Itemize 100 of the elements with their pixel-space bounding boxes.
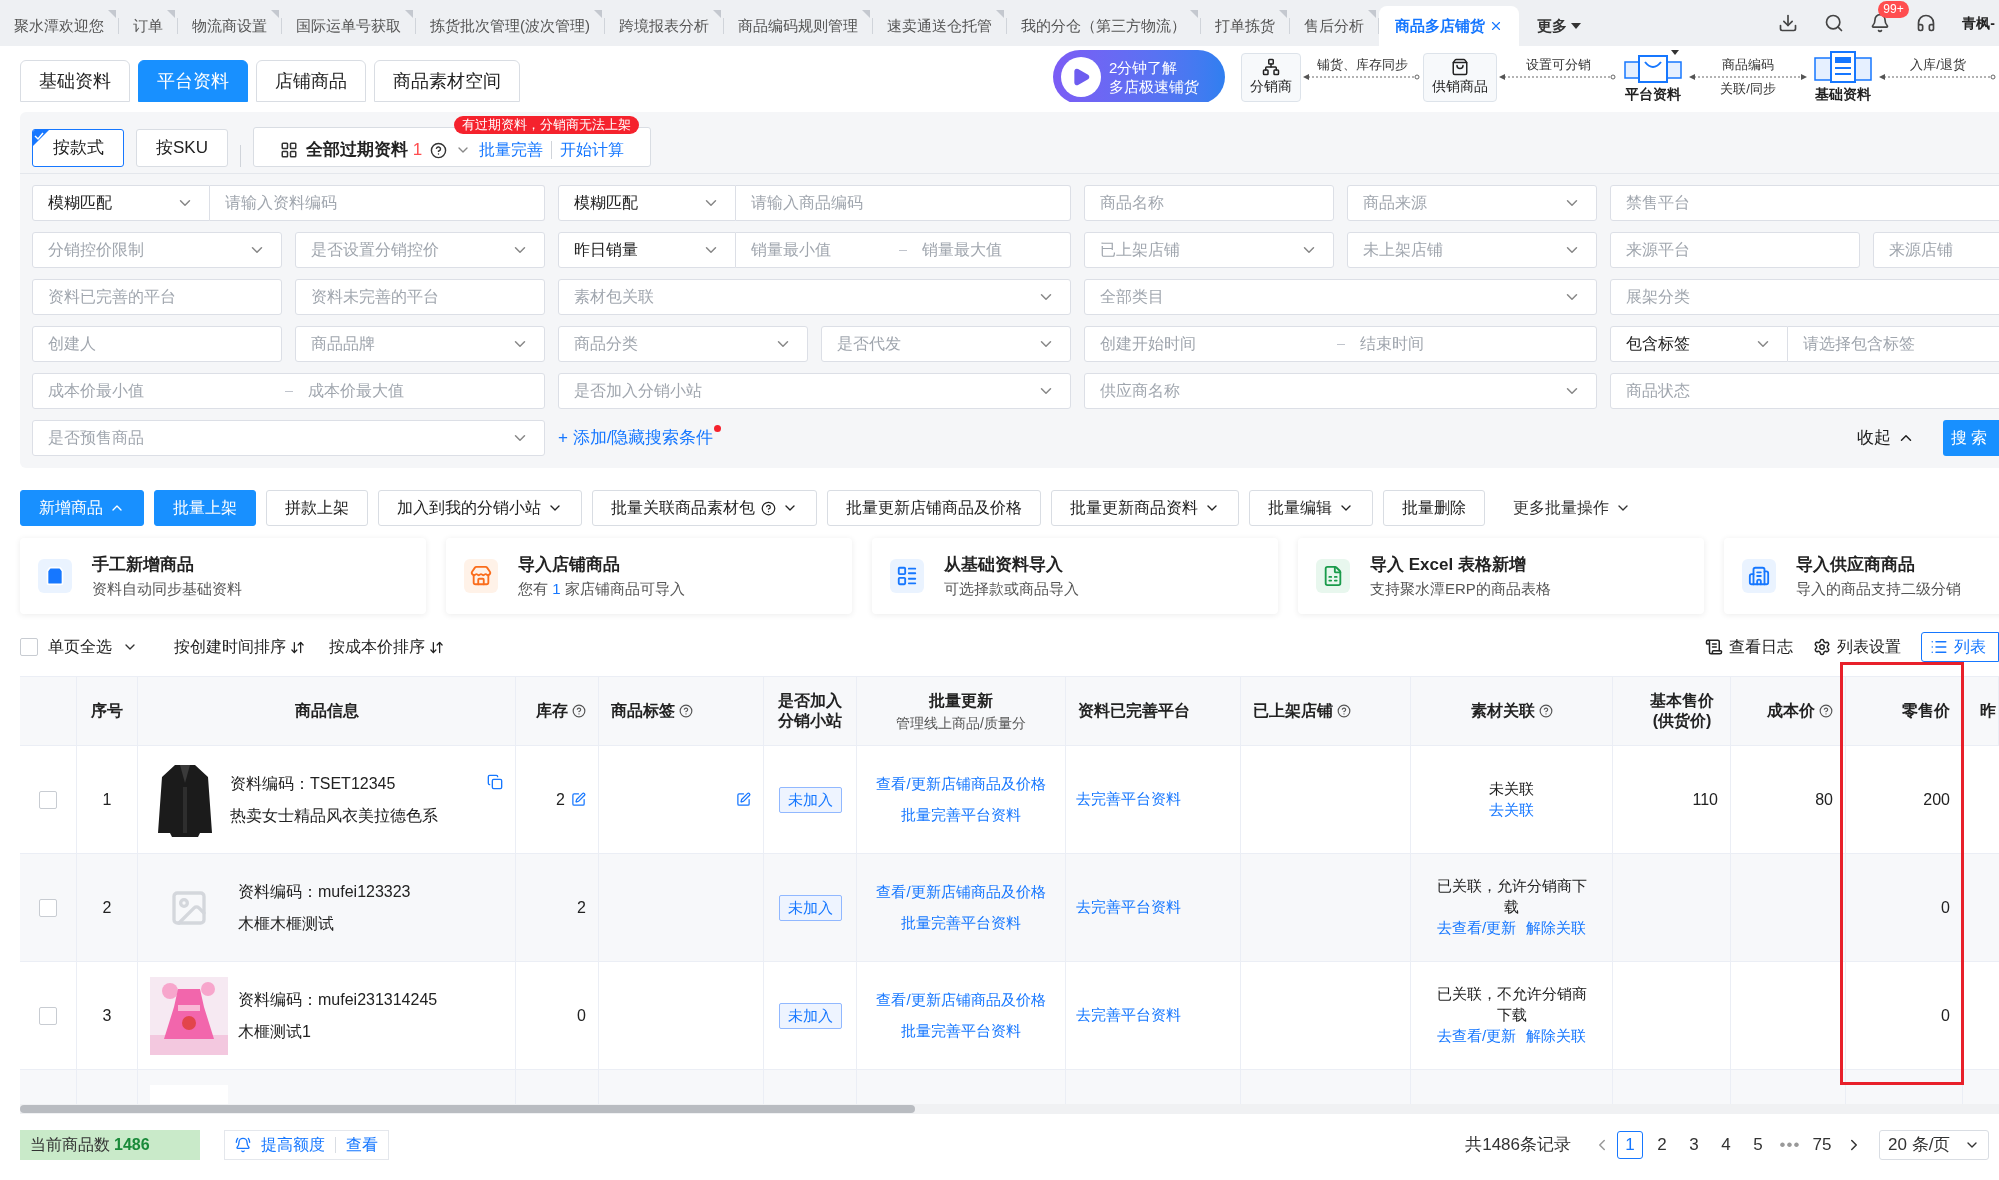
- input-field[interactable]: 资料未完善的平台: [295, 279, 545, 315]
- page-tab[interactable]: 商品素材空间: [374, 60, 520, 102]
- list-tool-button[interactable]: 查看日志: [1705, 632, 1793, 662]
- select-all-label[interactable]: 单页全选: [48, 635, 112, 659]
- input-field[interactable]: 请选择包含标签: [1788, 326, 1999, 362]
- page-button[interactable]: 75: [1809, 1131, 1835, 1159]
- association-link[interactable]: 去查看/更新: [1436, 1025, 1517, 1048]
- top-tab[interactable]: 商品多店铺货: [1379, 6, 1519, 46]
- toolbar-button[interactable]: 批量更新店铺商品及价格: [827, 490, 1041, 526]
- bell-icon[interactable]: [1870, 13, 1891, 33]
- user-name[interactable]: 青枫-: [1962, 12, 1995, 34]
- page-button[interactable]: 4: [1713, 1131, 1739, 1159]
- top-tab[interactable]: 物流商设置: [178, 6, 281, 46]
- toolbar-button[interactable]: 批量关联商品素材包: [592, 490, 817, 526]
- search-icon[interactable]: [1824, 13, 1845, 33]
- collapse-button[interactable]: 收起: [1857, 425, 1915, 451]
- action-link[interactable]: 开始计算: [560, 138, 625, 162]
- association-link[interactable]: 解除关联: [1526, 1025, 1587, 1048]
- update-link[interactable]: 查看/更新店铺商品及价格: [876, 881, 1046, 904]
- update-link[interactable]: 批量完善平台资料: [901, 911, 1021, 934]
- input-field[interactable]: 来源平台: [1610, 232, 1860, 268]
- action-card[interactable]: 导入店铺商品 您有 1 家店铺商品可导入: [446, 538, 852, 614]
- update-link[interactable]: 批量完善平台资料: [901, 803, 1021, 826]
- select-field[interactable]: 昨日销量: [558, 232, 736, 268]
- top-tab[interactable]: 聚水潭欢迎您: [0, 6, 118, 46]
- toolbar-button[interactable]: 加入到我的分销小站: [378, 490, 582, 526]
- sort-button[interactable]: 按创建时间排序: [174, 635, 305, 659]
- list-tool-button[interactable]: 列表: [1921, 632, 1999, 662]
- platform-link[interactable]: 去完善平台资料: [1076, 788, 1181, 811]
- checkbox[interactable]: [20, 638, 38, 656]
- action-card[interactable]: 导入供应商商品 导入的商品支持二级分销: [1724, 538, 1999, 614]
- range-input[interactable]: 销量最小值: [736, 238, 899, 262]
- range-field[interactable]: 成本价最小值 成本价最大值: [32, 373, 545, 409]
- range-input[interactable]: 结束时间: [1344, 332, 1596, 356]
- top-tab[interactable]: 拣货批次管理(波次管理): [416, 6, 604, 46]
- input-field[interactable]: 请输入商品编码: [736, 185, 1071, 221]
- input-field[interactable]: 来源店铺: [1873, 232, 1999, 268]
- top-tab[interactable]: 售后分析: [1290, 6, 1378, 46]
- promo-banner[interactable]: 2分钟了解 多店极速铺货: [1053, 50, 1225, 102]
- edit-icon[interactable]: [736, 792, 751, 807]
- checkbox[interactable]: [39, 1006, 57, 1025]
- scrollbar-thumb[interactable]: [20, 1105, 915, 1113]
- top-tab[interactable]: 我的分仓（第三方物流）: [1007, 6, 1200, 46]
- flow-node[interactable]: 供销商品: [1423, 52, 1497, 102]
- add-condition-link[interactable]: + 添加/隐藏搜索条件: [558, 425, 714, 451]
- page-size-select[interactable]: 20 条/页: [1879, 1130, 1989, 1160]
- more-menu[interactable]: 更多: [1519, 6, 1599, 46]
- page-tab[interactable]: 基础资料: [20, 60, 130, 102]
- toolbar-button[interactable]: 批量编辑: [1249, 490, 1373, 526]
- input-field[interactable]: 请输入资料编码: [210, 185, 545, 221]
- association-link[interactable]: 去关联: [1489, 798, 1534, 822]
- raise-quota-link[interactable]: 提高额度: [261, 1133, 325, 1157]
- sort-button[interactable]: 按成本价排序: [329, 635, 444, 659]
- association-link[interactable]: 解除关联: [1526, 917, 1587, 940]
- top-tab[interactable]: 跨境报表分析: [605, 6, 723, 46]
- range-input[interactable]: 创建开始时间: [1085, 332, 1337, 356]
- action-card[interactable]: 手工新增商品 资料自动同步基础资料: [20, 538, 426, 614]
- select-field[interactable]: 模糊匹配: [558, 185, 736, 221]
- top-tab[interactable]: 打单拣货: [1201, 6, 1289, 46]
- range-input[interactable]: 销量最大值: [907, 238, 1070, 262]
- toolbar-button[interactable]: 拼款上架: [266, 490, 368, 526]
- action-card[interactable]: 从基础资料导入 可选择款或商品导入: [872, 538, 1278, 614]
- platform-link[interactable]: 去完善平台资料: [1076, 1004, 1181, 1027]
- page-button[interactable]: 1: [1617, 1131, 1643, 1159]
- input-field[interactable]: 创建人: [32, 326, 282, 362]
- update-link[interactable]: 批量完善平台资料: [901, 1019, 1021, 1042]
- expired-filter-label[interactable]: 全部过期资料 1: [306, 137, 423, 163]
- top-tab[interactable]: 国际运单号获取: [282, 6, 415, 46]
- list-tool-button[interactable]: 列表设置: [1813, 632, 1901, 662]
- select-field[interactable]: 模糊匹配: [32, 185, 210, 221]
- page-tab[interactable]: 店铺商品: [256, 60, 366, 102]
- input-field[interactable]: 禁售平台: [1610, 185, 1999, 221]
- page-button[interactable]: 5: [1745, 1131, 1771, 1159]
- page-button[interactable]: 2: [1649, 1131, 1675, 1159]
- top-tab[interactable]: 速卖通送仓托管: [873, 6, 1006, 46]
- checkbox[interactable]: [39, 790, 57, 809]
- download-icon[interactable]: [1778, 13, 1799, 33]
- input-field[interactable]: 资料已完善的平台: [32, 279, 282, 315]
- checkbox[interactable]: [39, 898, 57, 917]
- action-link[interactable]: 批量完善: [479, 138, 544, 162]
- toolbar-button[interactable]: 更多批量操作: [1495, 490, 1649, 526]
- copy-icon[interactable]: [487, 774, 503, 790]
- range-input[interactable]: 成本价最大值: [292, 379, 544, 403]
- range-field[interactable]: 创建开始时间 结束时间: [1084, 326, 1597, 362]
- flow-node[interactable]: 分销商: [1241, 52, 1301, 102]
- view-mode-button[interactable]: 按款式: [32, 129, 124, 167]
- toolbar-button[interactable]: 批量更新商品资料: [1051, 490, 1239, 526]
- update-link[interactable]: 查看/更新店铺商品及价格: [876, 773, 1046, 796]
- update-link[interactable]: 查看/更新店铺商品及价格: [876, 989, 1046, 1012]
- headset-icon[interactable]: [1916, 13, 1937, 33]
- range-field[interactable]: 销量最小值 销量最大值: [736, 232, 1071, 268]
- platform-link[interactable]: 去完善平台资料: [1076, 896, 1181, 919]
- view-link[interactable]: 查看: [346, 1133, 378, 1157]
- association-link[interactable]: 去查看/更新: [1436, 917, 1517, 940]
- top-tab[interactable]: 订单: [119, 6, 177, 46]
- close-icon[interactable]: [1489, 19, 1503, 33]
- top-tab[interactable]: 商品编码规则管理: [724, 6, 872, 46]
- edit-icon[interactable]: [571, 792, 586, 807]
- action-card[interactable]: 导入 Excel 表格新增 支持聚水潭ERP的商品表格: [1298, 538, 1704, 614]
- input-field[interactable]: 商品名称: [1084, 185, 1334, 221]
